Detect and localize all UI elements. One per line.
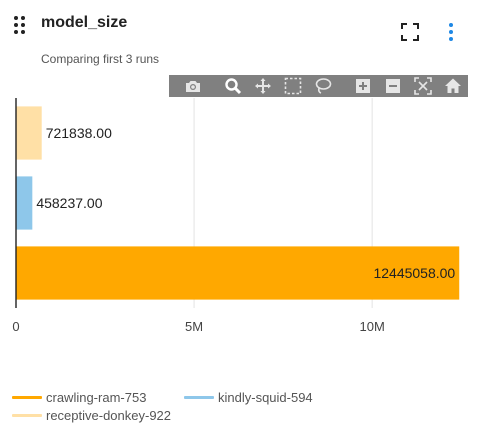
legend-swatch bbox=[184, 395, 214, 399]
zoom-icon[interactable] bbox=[223, 76, 243, 96]
legend-label: receptive-donkey-922 bbox=[46, 407, 172, 423]
pan-icon[interactable] bbox=[253, 76, 273, 96]
panel-title: model_size bbox=[41, 14, 128, 31]
zoom-in-icon[interactable] bbox=[353, 76, 373, 96]
bar bbox=[16, 176, 33, 230]
box-select-icon[interactable] bbox=[283, 76, 303, 96]
more-options-icon[interactable] bbox=[444, 20, 458, 44]
reset-axes-icon[interactable] bbox=[443, 76, 463, 96]
fullscreen-icon[interactable] bbox=[400, 22, 420, 42]
bar bbox=[16, 106, 42, 160]
legend-item[interactable]: crawling-ram-753 bbox=[12, 388, 146, 406]
legend-item[interactable]: kindly-squid-594 bbox=[184, 388, 313, 406]
bar-value-label: 12445058.00 bbox=[373, 265, 455, 281]
legend-swatch bbox=[12, 395, 42, 399]
x-tick-label: 10M bbox=[360, 319, 385, 334]
autoscale-icon[interactable] bbox=[413, 76, 433, 96]
x-tick-label: 5M bbox=[185, 319, 203, 334]
bar-value-label: 458237.00 bbox=[36, 195, 102, 211]
lasso-select-icon[interactable] bbox=[313, 76, 333, 96]
chart-panel: model_size Comparing first 3 runs 721838… bbox=[0, 0, 483, 446]
legend-label: crawling-ram-753 bbox=[46, 389, 147, 405]
bar-value-label: 721838.00 bbox=[46, 125, 112, 141]
panel-subtitle: Comparing first 3 runs bbox=[41, 52, 160, 66]
camera-icon[interactable] bbox=[183, 76, 203, 96]
legend-swatch bbox=[12, 413, 42, 417]
legend-item[interactable]: receptive-donkey-922 bbox=[12, 406, 171, 424]
plot-modebar bbox=[169, 75, 468, 97]
x-tick-label: 0 bbox=[12, 319, 19, 334]
drag-handle-icon[interactable] bbox=[14, 16, 28, 36]
chart-legend: crawling-ram-753 kindly-squid-594 receptiv… bbox=[0, 384, 483, 434]
zoom-out-icon[interactable] bbox=[383, 76, 403, 96]
bar-chart: 721838.00 458237.00 12445058.00 0 5M 10M bbox=[12, 98, 460, 334]
legend-label: kindly-squid-594 bbox=[218, 389, 313, 405]
